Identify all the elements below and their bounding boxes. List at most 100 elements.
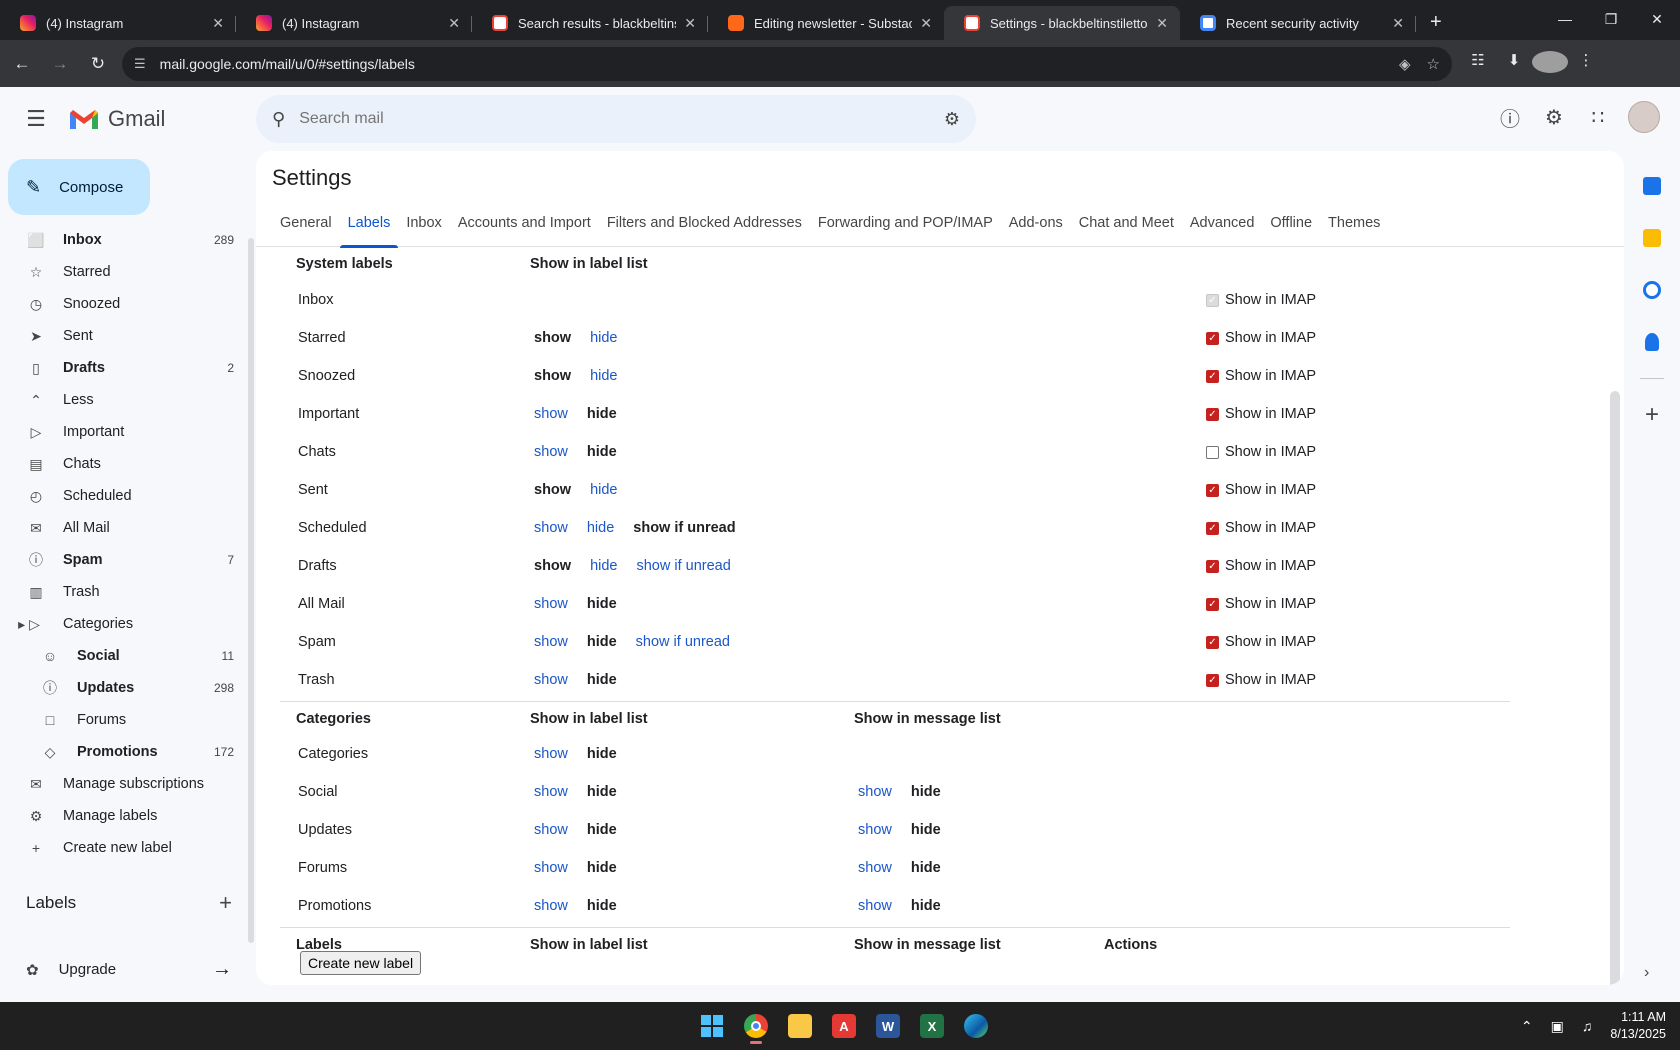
main-menu-icon[interactable]: ☰ bbox=[12, 95, 60, 143]
browser-tab-4[interactable]: Settings - blackbeltinstilettos@ ✕ bbox=[944, 6, 1180, 40]
file-explorer-icon[interactable] bbox=[778, 1008, 822, 1044]
tab-offline[interactable]: Offline bbox=[1262, 207, 1320, 247]
bookmark-star-icon[interactable]: ☆ bbox=[1427, 55, 1440, 73]
word-icon[interactable]: W bbox=[866, 1008, 910, 1044]
tab-advanced[interactable]: Advanced bbox=[1182, 207, 1263, 247]
option-hide[interactable]: hide bbox=[586, 482, 621, 498]
browser-profile-icon[interactable] bbox=[1532, 50, 1568, 77]
browser-tab-5[interactable]: Recent security activity ✕ bbox=[1180, 6, 1416, 40]
option-show[interactable]: show bbox=[530, 860, 572, 876]
option-show[interactable]: show bbox=[530, 746, 572, 762]
imap-toggle[interactable]: ✓ Show in IMAP bbox=[1206, 520, 1316, 536]
imap-checkbox[interactable] bbox=[1206, 445, 1219, 459]
browser-tab-0[interactable]: (4) Instagram ✕ bbox=[0, 6, 236, 40]
imap-checkbox[interactable]: ✓ bbox=[1206, 635, 1219, 649]
chevron-up-icon[interactable]: ⌃ bbox=[1521, 1018, 1533, 1035]
imap-toggle[interactable]: ✓ Show in IMAP bbox=[1206, 672, 1316, 688]
sidebar-item-categories[interactable]: ▸ ▷ Categories bbox=[0, 608, 246, 640]
option-show[interactable]: show bbox=[530, 444, 572, 460]
tab-general[interactable]: General bbox=[272, 207, 340, 247]
sidebar-item-important[interactable]: ▷ Important bbox=[0, 416, 246, 448]
google-apps-icon[interactable]: ∷ bbox=[1576, 95, 1620, 139]
sidebar-item-scheduled[interactable]: ◴ Scheduled bbox=[0, 480, 246, 512]
browser-tab-2[interactable]: Search results - blackbeltinstilet ✕ bbox=[472, 6, 708, 40]
close-window-icon[interactable]: ✕ bbox=[1634, 0, 1680, 38]
sidebar-item-social[interactable]: ☺ Social 11 bbox=[0, 640, 246, 672]
tab-close-icon[interactable]: ✕ bbox=[920, 15, 932, 32]
option-show[interactable]: show bbox=[530, 596, 572, 612]
sidebar-item-less[interactable]: ⌃ Less bbox=[0, 384, 246, 416]
option-show[interactable]: show bbox=[854, 784, 896, 800]
imap-checkbox[interactable]: ✓ bbox=[1206, 559, 1219, 573]
tab-close-icon[interactable]: ✕ bbox=[448, 15, 460, 32]
calendar-icon[interactable] bbox=[1632, 160, 1672, 212]
sidebar-item-create-new-label[interactable]: + Create new label bbox=[0, 832, 246, 864]
keep-icon[interactable] bbox=[1632, 212, 1672, 264]
imap-toggle[interactable]: ✓ Show in IMAP bbox=[1206, 330, 1316, 346]
imap-checkbox[interactable]: ✓ bbox=[1206, 331, 1219, 345]
option-show[interactable]: show bbox=[530, 784, 572, 800]
tab-chat-and-meet[interactable]: Chat and Meet bbox=[1071, 207, 1182, 247]
option-show[interactable]: show bbox=[530, 520, 572, 536]
option-show[interactable]: show bbox=[854, 898, 896, 914]
display-icon[interactable]: ▣ bbox=[1551, 1018, 1564, 1035]
tab-accounts-and-import[interactable]: Accounts and Import bbox=[450, 207, 599, 247]
back-icon[interactable]: ← bbox=[6, 48, 38, 80]
settings-scrollbar[interactable] bbox=[1610, 391, 1620, 985]
imap-toggle[interactable]: ✓ Show in IMAP bbox=[1206, 558, 1316, 574]
imap-checkbox[interactable]: ✓ bbox=[1206, 407, 1219, 421]
eye-icon[interactable]: ◈ bbox=[1399, 55, 1411, 73]
site-info-icon[interactable]: ☰ bbox=[134, 56, 146, 72]
option-hide[interactable]: hide bbox=[586, 558, 621, 574]
account-avatar[interactable] bbox=[1628, 101, 1660, 133]
imap-toggle[interactable]: Show in IMAP bbox=[1206, 444, 1316, 460]
sidebar-item-sent[interactable]: ➤ Sent bbox=[0, 320, 246, 352]
imap-checkbox[interactable]: ✓ bbox=[1206, 597, 1219, 611]
imap-toggle[interactable]: ✓ Show in IMAP bbox=[1206, 596, 1316, 612]
sidebar-item-chats[interactable]: ▤ Chats bbox=[0, 448, 246, 480]
tab-inbox[interactable]: Inbox bbox=[398, 207, 449, 247]
reload-icon[interactable]: ↻ bbox=[82, 48, 114, 80]
option-show-if-unread[interactable]: show if unread bbox=[632, 634, 734, 650]
imap-checkbox[interactable]: ✓ bbox=[1206, 521, 1219, 535]
add-label-icon[interactable]: + bbox=[219, 890, 232, 916]
imap-toggle[interactable]: ✓ Show in IMAP bbox=[1206, 634, 1316, 650]
expand-side-panel-icon[interactable]: › bbox=[1644, 964, 1649, 982]
settings-gear-icon[interactable]: ⚙ bbox=[1532, 95, 1576, 139]
address-bar[interactable]: ☰ mail.google.com/mail/u/0/#settings/lab… bbox=[122, 46, 1452, 81]
sidebar-item-inbox[interactable]: ⬜ Inbox 289 bbox=[0, 224, 246, 256]
contacts-icon[interactable] bbox=[1632, 316, 1672, 368]
system-clock[interactable]: 1:11 AM 8/13/2025 bbox=[1610, 1009, 1666, 1043]
tab-close-icon[interactable]: ✕ bbox=[684, 15, 696, 32]
tab-add-ons[interactable]: Add-ons bbox=[1001, 207, 1071, 247]
imap-toggle[interactable]: ✓ Show in IMAP bbox=[1206, 406, 1316, 422]
imap-toggle[interactable]: ✓ Show in IMAP bbox=[1206, 292, 1316, 308]
forward-icon[interactable]: → bbox=[44, 48, 76, 80]
sidebar-item-forums[interactable]: □ Forums bbox=[0, 704, 246, 736]
tab-forwarding-and-pop-imap[interactable]: Forwarding and POP/IMAP bbox=[810, 207, 1001, 247]
imap-checkbox[interactable]: ✓ bbox=[1206, 369, 1219, 383]
tab-labels[interactable]: Labels bbox=[339, 207, 399, 248]
start-icon[interactable] bbox=[690, 1008, 734, 1044]
sidebar-item-all-mail[interactable]: ✉ All Mail bbox=[0, 512, 246, 544]
sidebar-scrollbar[interactable] bbox=[248, 238, 254, 943]
browser-tab-1[interactable]: (4) Instagram ✕ bbox=[236, 6, 472, 40]
option-show[interactable]: show bbox=[530, 822, 572, 838]
upgrade-button[interactable]: ✿ Upgrade → bbox=[26, 958, 232, 981]
excel-icon[interactable]: X bbox=[910, 1008, 954, 1044]
help-icon[interactable]: ⓘ bbox=[1488, 95, 1532, 139]
option-show[interactable]: show bbox=[854, 860, 896, 876]
edge-icon[interactable] bbox=[954, 1008, 998, 1044]
option-hide[interactable]: hide bbox=[583, 520, 618, 536]
option-show[interactable]: show bbox=[530, 634, 572, 650]
gmail-logo[interactable]: Gmail bbox=[68, 106, 248, 132]
option-show[interactable]: show bbox=[530, 898, 572, 914]
tab-close-icon[interactable]: ✕ bbox=[1392, 15, 1404, 32]
option-show[interactable]: show bbox=[854, 822, 896, 838]
minimize-icon[interactable]: — bbox=[1542, 0, 1588, 38]
tab-close-icon[interactable]: ✕ bbox=[1156, 15, 1168, 32]
search-options-icon[interactable]: ⚙ bbox=[944, 109, 960, 130]
browser-tab-3[interactable]: Editing newsletter - Substack ✕ bbox=[708, 6, 944, 40]
imap-checkbox[interactable]: ✓ bbox=[1206, 483, 1219, 497]
search-icon[interactable]: ⚲ bbox=[272, 109, 285, 130]
